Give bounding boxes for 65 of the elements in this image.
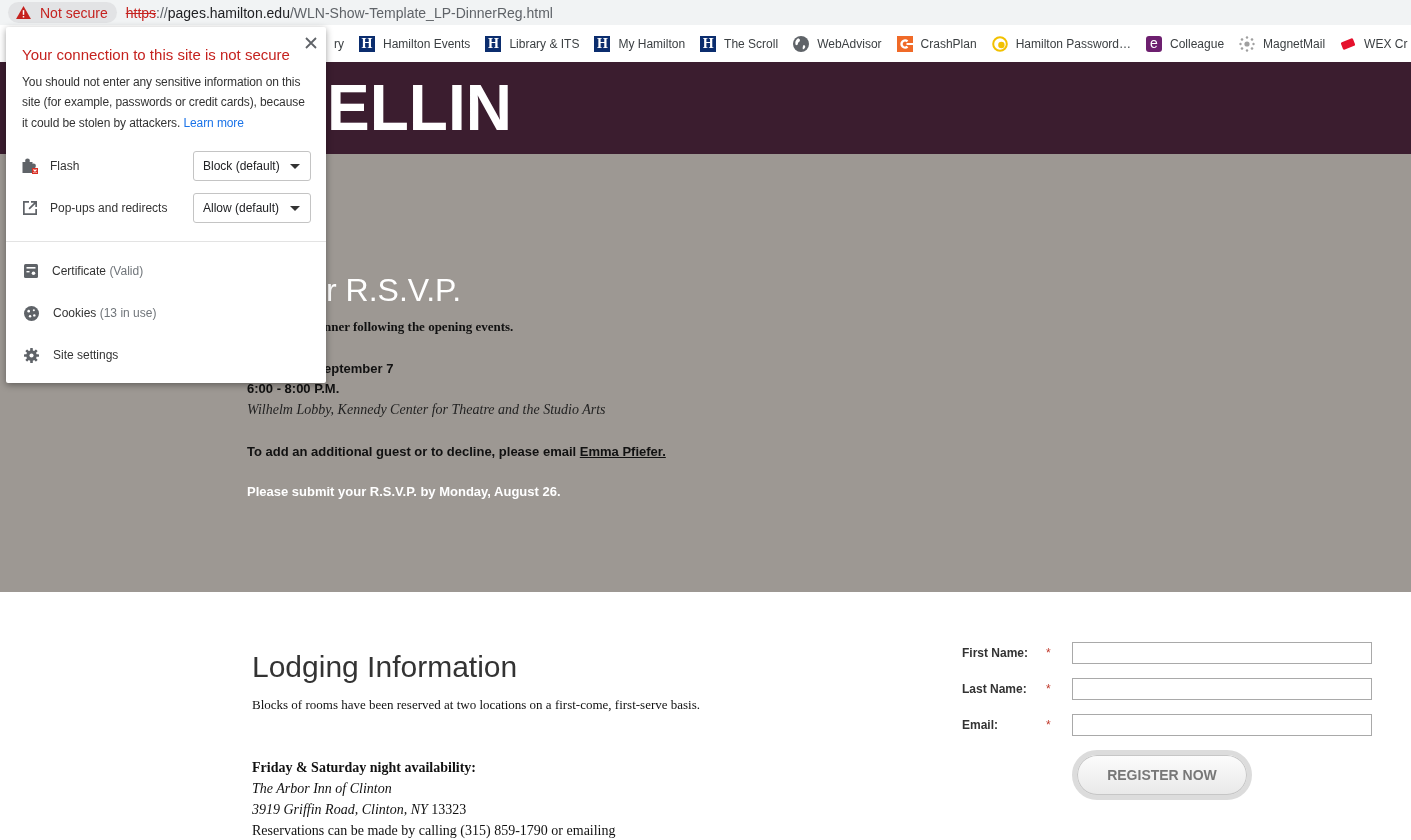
letter-icon: H [594, 35, 611, 52]
bookmark-item[interactable]: e Colleague [1139, 29, 1231, 58]
letter-icon: e [1146, 35, 1162, 52]
rsvp-heading: r R.S.V.P. [326, 271, 463, 309]
permission-select[interactable]: Block (default) [193, 151, 311, 182]
letter-icon: H [485, 35, 502, 52]
learn-more-link[interactable]: Learn more [183, 115, 244, 130]
address-field[interactable]: https://pages.hamilton.edu/WLN-Show-Template_LP-DinnerReg.html [125, 4, 553, 21]
security-chip[interactable]: Not secure [8, 2, 117, 23]
hotel-address: 3919 Griffin Road, Clinton, NY 13323 [252, 801, 468, 819]
caret-icon [290, 205, 300, 211]
text-field[interactable] [1072, 642, 1372, 664]
permission-label: Pop-ups and redirects [50, 201, 168, 216]
letter-icon: H [700, 35, 717, 52]
settings-icon [24, 347, 39, 363]
bookmark-item[interactable]: MagnetMail [1232, 29, 1332, 58]
puzzle-icon [22, 158, 38, 175]
bookmark-item[interactable]: H The Scroll [693, 29, 785, 58]
reservations-note: Reservations can be made by calling (315) 859-1790 or emailing [252, 822, 617, 840]
event-time: 6:00 - 8:00 P.M. [247, 380, 341, 398]
caret-icon [290, 163, 300, 169]
close-icon[interactable] [305, 37, 317, 49]
globe-icon [793, 35, 810, 52]
contact-note: To add an additional guest or to decline, please email Emma Pfiefer. [247, 443, 667, 461]
popup-title: Your connection to this site is not secure [22, 45, 291, 65]
register-button[interactable]: REGISTER NOW [1072, 750, 1252, 800]
permission-select[interactable]: Allow (default) [193, 193, 311, 224]
event-date: eptember 7 [324, 360, 395, 378]
required-mark: * [1046, 647, 1051, 659]
bookmark-item[interactable]: WebAdvisor [786, 29, 888, 58]
lodging-heading: Lodging Information [252, 649, 519, 685]
field-label: Last Name: [962, 681, 1027, 697]
site-info-item[interactable]: Certificate (Valid) [6, 250, 326, 293]
c-tile-icon [896, 35, 913, 52]
bookmark-item[interactable]: Hamilton Password… [984, 29, 1137, 58]
bookmark-item[interactable]: H My Hamilton [587, 29, 692, 58]
bookmark-item[interactable]: H Hamilton Events [352, 29, 477, 58]
text-field[interactable] [1072, 714, 1372, 736]
logo-text: ELLIN [327, 76, 512, 140]
availability-heading: Friday & Saturday night availability: [252, 759, 478, 777]
field-label: Email: [962, 717, 998, 733]
field-label: First Name: [962, 645, 1029, 661]
permission-label: Flash [50, 159, 80, 174]
deadline-note: Please submit your R.S.V.P. by Monday, August 26. [247, 483, 562, 501]
bookmark-item[interactable]: CrashPlan [889, 29, 983, 58]
document-icon [24, 264, 38, 279]
splat-icon [1239, 35, 1256, 52]
text-field[interactable] [1072, 678, 1372, 700]
event-venue: Wilhelm Lobby, Kennedy Center for Theatre and the Studio Arts [247, 401, 607, 419]
swirl-icon [991, 35, 1008, 52]
warning-icon [16, 6, 31, 19]
external-link-icon [22, 200, 38, 217]
letter-icon: H [359, 35, 375, 52]
bookmark-item[interactable]: WEX Cr [1333, 29, 1411, 58]
lodging-intro: Blocks of rooms have been reserved at two locations on a first-come, first-serve basis. [252, 696, 701, 714]
site-info-item[interactable]: Cookies (13 in use) [6, 292, 326, 335]
required-mark: * [1046, 719, 1051, 731]
warning-message: You should not enter any sensitive information on this site (for example, passwords or credit cards), because it could be stolen by attackers. Learn more [22, 74, 306, 132]
required-mark: * [1046, 683, 1051, 695]
site-info-item[interactable]: Site settings [6, 334, 326, 377]
email-link[interactable]: Emma Pfiefer. [579, 444, 666, 459]
bookmark-item[interactable]: H Library & ITS [478, 29, 586, 58]
hotel-name: The Arbor Inn of Clinton [252, 780, 393, 798]
bookmark-item[interactable]: ry [327, 29, 350, 58]
cookie-icon [24, 305, 39, 321]
